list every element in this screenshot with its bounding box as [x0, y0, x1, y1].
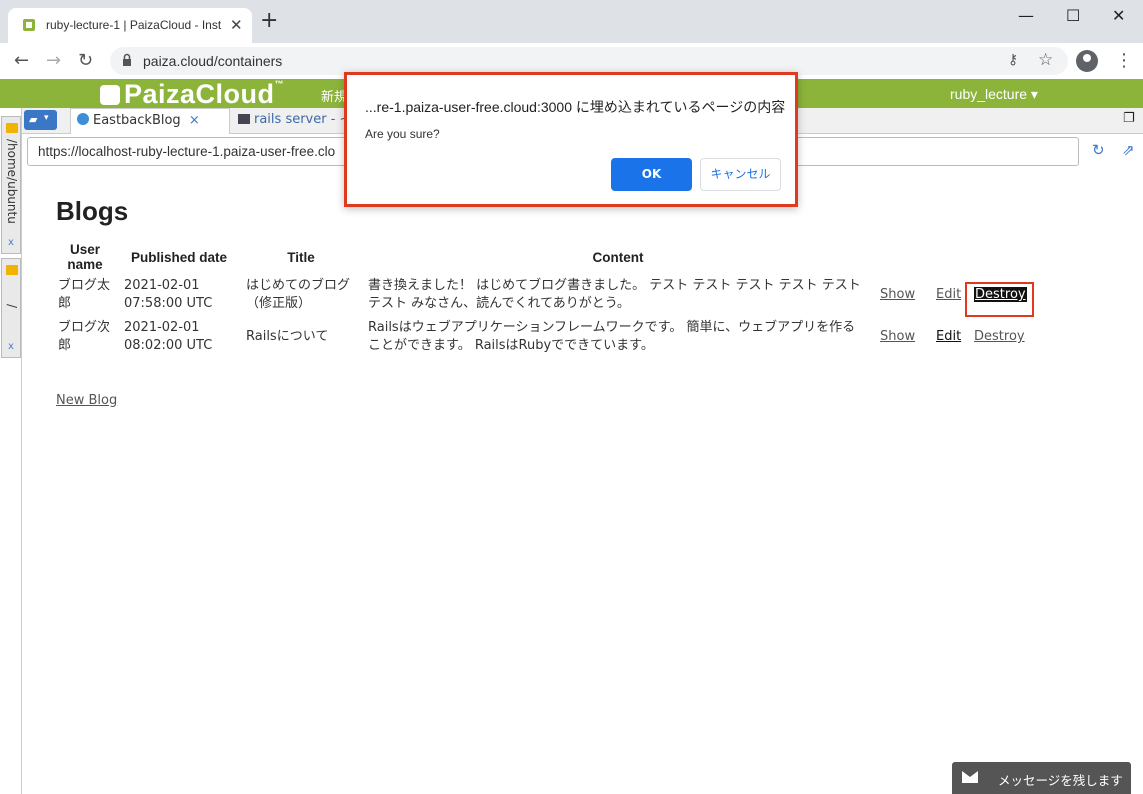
tab-eastbackblog[interactable]: EastbackBlog × — [70, 108, 230, 134]
inner-reload-icon[interactable]: ↻ — [1092, 141, 1105, 159]
blogs-table: User name Published date Title Content ブロ… — [52, 240, 1034, 358]
new-blog-link[interactable]: New Blog — [56, 393, 117, 408]
row-content: 書き換えました！ はじめてブログ書きました。 テスト テスト テスト テスト テ… — [368, 278, 861, 311]
row-title: Railsについて — [246, 329, 329, 344]
tab-close-icon[interactable]: ✕ — [230, 16, 243, 34]
paiza-favicon-icon — [23, 19, 35, 31]
bookmark-star-icon[interactable]: ☆ — [1038, 50, 1053, 70]
minimize-button[interactable]: — — [1018, 6, 1034, 25]
terminal-icon — [238, 114, 250, 124]
lock-icon — [123, 53, 131, 66]
tab-dropdown-button[interactable]: ▰ ▾ — [24, 110, 57, 130]
address-url: paiza.cloud/containers — [143, 53, 283, 69]
sidebar-tab-close-icon[interactable]: x — [8, 341, 14, 352]
row-content: Railsはウェブアプリケーションフレームワークです。 簡単に、ウェブアプリを作… — [368, 320, 856, 353]
page-title: Blogs — [56, 196, 129, 226]
browser-tab[interactable]: ruby-lecture-1 | PaizaCloud - Inst ✕ — [8, 8, 252, 43]
profile-avatar-icon[interactable] — [1076, 50, 1098, 72]
sidebar-tab-home[interactable]: /home/ubuntu x — [1, 116, 21, 254]
close-window-button[interactable]: ✕ — [1112, 6, 1125, 25]
chrome-menu-icon[interactable]: ⋮ — [1115, 50, 1133, 71]
row-date: 2021-02-01 08:02:00 UTC — [124, 320, 213, 353]
confirm-dialog: ...re-1.paiza-user-free.cloud:3000 に埋め込ま… — [344, 72, 798, 207]
sidebar-tab-close-icon[interactable]: x — [8, 237, 14, 248]
destroy-link[interactable]: Destroy — [974, 329, 1025, 344]
table-header-row: User name Published date Title Content — [52, 240, 1034, 274]
file-sidebar: /home/ubuntu x / x — [0, 108, 22, 794]
tab-close-icon[interactable]: × — [189, 113, 200, 128]
ok-button[interactable]: OK — [611, 158, 692, 191]
maximize-panel-icon[interactable]: ❐ — [1123, 111, 1135, 126]
mail-icon — [962, 771, 978, 783]
table-row: ブログ次郎 2021-02-01 08:02:00 UTC Railsについて … — [52, 316, 1034, 358]
show-link[interactable]: Show — [880, 287, 915, 302]
key-icon[interactable]: ⚷ — [1008, 52, 1018, 68]
row-title: はじめてのブログ（修正版） — [246, 278, 351, 311]
back-icon[interactable]: ← — [14, 50, 29, 71]
browser-tab-title: ruby-lecture-1 | PaizaCloud - Inst — [46, 18, 222, 32]
dialog-title: ...re-1.paiza-user-free.cloud:3000 に埋め込ま… — [365, 99, 786, 115]
dialog-message: Are you sure? — [365, 127, 440, 141]
show-link[interactable]: Show — [880, 329, 915, 344]
paiza-logo[interactable]: PaizaCloud™ — [100, 79, 284, 110]
destroy-highlight-box — [965, 282, 1034, 317]
reload-icon[interactable]: ↻ — [78, 50, 93, 71]
browser-tab-strip: ruby-lecture-1 | PaizaCloud - Inst ✕ + —… — [0, 0, 1143, 43]
user-menu[interactable]: ruby_lecture ▾ — [950, 86, 1038, 103]
header-content: Content — [592, 249, 644, 265]
row-date: 2021-02-01 07:58:00 UTC — [124, 278, 213, 311]
cancel-button[interactable]: キャンセル — [700, 158, 781, 191]
row-user: ブログ太郎 — [58, 278, 111, 311]
sidebar-tab-root[interactable]: / x — [1, 258, 21, 358]
header-published-date: Published date — [130, 249, 228, 265]
forward-icon[interactable]: → — [46, 50, 61, 71]
edit-link[interactable]: Edit — [936, 329, 961, 344]
maximize-button[interactable]: ☐ — [1066, 6, 1080, 25]
globe-icon — [77, 113, 89, 125]
open-external-icon[interactable]: ⇗ — [1122, 141, 1135, 159]
folder-icon — [6, 123, 18, 133]
new-tab-button[interactable]: + — [260, 10, 278, 32]
folder-menu-icon: ▰ — [29, 113, 38, 126]
row-user: ブログ次郎 — [58, 320, 111, 353]
paiza-cloud-logo-icon — [100, 85, 120, 105]
folder-icon — [6, 265, 18, 275]
message-widget-label: メッセージを残します — [998, 773, 1123, 788]
header-user-name: User name — [67, 242, 103, 272]
table-row: ブログ太郎 2021-02-01 07:58:00 UTC はじめてのブログ（修… — [52, 274, 1034, 316]
edit-link[interactable]: Edit — [936, 287, 961, 302]
header-title: Title — [287, 249, 315, 265]
address-bar[interactable]: paiza.cloud/containers ⚷ ☆ — [110, 47, 1068, 75]
message-widget[interactable]: メッセージを残します — [952, 762, 1131, 794]
